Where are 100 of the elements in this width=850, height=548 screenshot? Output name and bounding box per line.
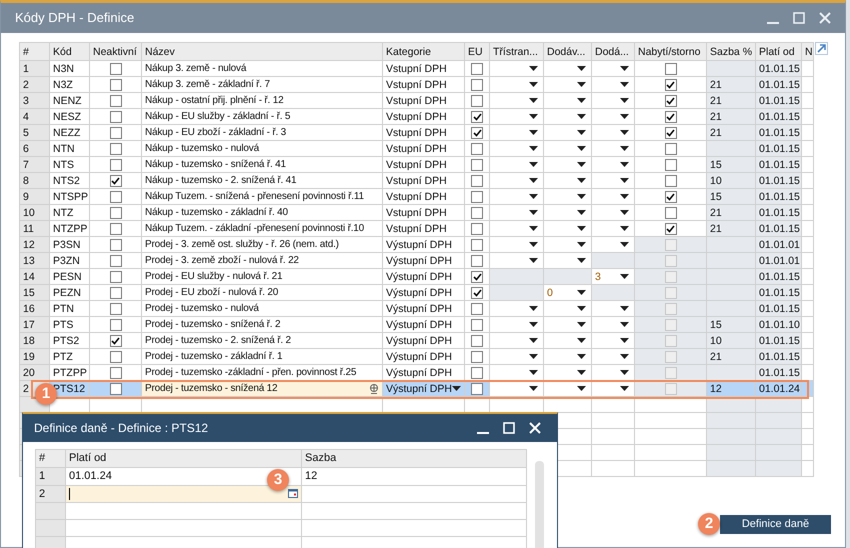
- column-header[interactable]: Sazba %: [706, 42, 756, 60]
- checkbox[interactable]: [110, 286, 122, 298]
- checkbox[interactable]: [110, 62, 122, 74]
- checkbox[interactable]: [471, 190, 483, 202]
- checkbox[interactable]: [471, 78, 483, 90]
- row-number[interactable]: 8: [23, 174, 29, 186]
- checkbox[interactable]: [471, 174, 483, 186]
- checkbox[interactable]: [110, 126, 122, 138]
- calendar-icon[interactable]: [288, 489, 298, 498]
- checkbox[interactable]: [110, 238, 122, 250]
- column-header[interactable]: #: [36, 450, 66, 468]
- column-header[interactable]: Sazba: [302, 450, 526, 468]
- dropdown-arrow-icon: [529, 162, 538, 167]
- checkbox[interactable]: [110, 350, 122, 362]
- tax-definition-button[interactable]: Definice daně: [720, 515, 831, 534]
- column-header[interactable]: Dodá...: [592, 42, 634, 60]
- checkbox[interactable]: [471, 302, 483, 314]
- checkbox[interactable]: [110, 174, 122, 186]
- row-number[interactable]: 6: [23, 142, 29, 154]
- checkbox[interactable]: [110, 206, 122, 218]
- date-input-field[interactable]: [66, 486, 301, 502]
- dropdown-cell[interactable]: 3: [592, 270, 634, 284]
- checkbox[interactable]: [471, 62, 483, 74]
- column-header[interactable]: Dodáv...: [544, 42, 592, 60]
- dropdown-cell[interactable]: 0: [544, 286, 591, 300]
- row-number[interactable]: 1: [36, 468, 66, 485]
- checkbox[interactable]: [471, 366, 483, 378]
- globe-icon[interactable]: [369, 384, 379, 394]
- checkbox[interactable]: [110, 222, 122, 234]
- table-cell: 01.01.01: [756, 252, 802, 268]
- table-cell: 01.01.15: [756, 332, 802, 348]
- dropdown-arrow-icon: [620, 82, 629, 87]
- checkbox[interactable]: [664, 94, 676, 106]
- column-header[interactable]: Třístran...: [490, 42, 544, 60]
- column-header[interactable]: #: [20, 42, 50, 60]
- checkbox[interactable]: [110, 190, 122, 202]
- checkbox[interactable]: [664, 206, 676, 218]
- checkbox[interactable]: [471, 270, 483, 282]
- row-number[interactable]: 3: [23, 94, 29, 106]
- checkbox[interactable]: [110, 142, 122, 154]
- checkbox[interactable]: [471, 334, 483, 346]
- column-header[interactable]: Platí od: [756, 42, 802, 60]
- checkbox[interactable]: [471, 350, 483, 362]
- checkbox[interactable]: [471, 126, 483, 138]
- checkbox[interactable]: [664, 158, 676, 170]
- checkbox[interactable]: [471, 382, 483, 394]
- column-header[interactable]: Neaktivní: [90, 42, 142, 60]
- checkbox[interactable]: [110, 270, 122, 282]
- table-cell: Nákup - ostatní přij. plnění - ř. 12: [142, 92, 382, 108]
- checkbox[interactable]: [110, 382, 122, 394]
- checkbox[interactable]: [664, 62, 676, 74]
- row-number[interactable]: 2: [36, 485, 66, 502]
- checkbox[interactable]: [110, 254, 122, 266]
- checkbox[interactable]: [110, 158, 122, 170]
- checkbox[interactable]: [471, 238, 483, 250]
- checkbox[interactable]: [110, 78, 122, 90]
- checkbox[interactable]: [471, 206, 483, 218]
- checkbox[interactable]: [110, 94, 122, 106]
- checkbox[interactable]: [471, 254, 483, 266]
- row-number[interactable]: 9: [23, 190, 29, 202]
- checkbox[interactable]: [471, 286, 483, 298]
- scrollbar[interactable]: [535, 461, 544, 548]
- checkbox[interactable]: [471, 142, 483, 154]
- expand-icon[interactable]: [815, 42, 828, 55]
- column-header[interactable]: Název: [142, 42, 382, 60]
- row-number[interactable]: 1: [23, 62, 29, 74]
- dropdown-arrow-icon: [620, 162, 629, 167]
- checkbox[interactable]: [471, 94, 483, 106]
- row-number[interactable]: 2: [23, 78, 29, 90]
- checkbox[interactable]: [471, 318, 483, 330]
- checkbox[interactable]: [664, 126, 676, 138]
- checkbox[interactable]: [664, 174, 676, 186]
- checkbox[interactable]: [664, 190, 676, 202]
- checkbox[interactable]: [471, 222, 483, 234]
- checkbox[interactable]: [110, 110, 122, 122]
- checkbox[interactable]: [110, 366, 122, 378]
- checkbox[interactable]: [471, 158, 483, 170]
- checkbox[interactable]: [110, 334, 122, 346]
- table-cell: Výstupní DPH: [382, 236, 464, 252]
- column-header[interactable]: Kód: [50, 42, 90, 60]
- row-number[interactable]: 7: [23, 158, 29, 170]
- checkbox[interactable]: [664, 222, 676, 234]
- checkbox[interactable]: [664, 78, 676, 90]
- row-number[interactable]: 2: [23, 382, 29, 394]
- column-header[interactable]: EU: [464, 42, 490, 60]
- checkbox[interactable]: [110, 302, 122, 314]
- row-number[interactable]: 4: [23, 110, 29, 122]
- column-header[interactable]: Platí od: [66, 450, 302, 468]
- checkbox[interactable]: [664, 142, 676, 154]
- row-number[interactable]: 5: [23, 126, 29, 138]
- column-header[interactable]: Nabytí/storno: [634, 42, 706, 60]
- dropdown-arrow-icon: [620, 194, 629, 199]
- checkbox[interactable]: [110, 318, 122, 330]
- column-header[interactable]: N: [802, 42, 814, 60]
- dropdown-arrow-icon: [529, 386, 538, 391]
- column-header[interactable]: Kategorie: [382, 42, 464, 60]
- checkbox[interactable]: [664, 110, 676, 122]
- table-cell: Prodej - tuzemsko - 2. snížená ř. 2: [142, 332, 382, 348]
- step-badge: 3: [267, 469, 289, 491]
- checkbox[interactable]: [471, 110, 483, 122]
